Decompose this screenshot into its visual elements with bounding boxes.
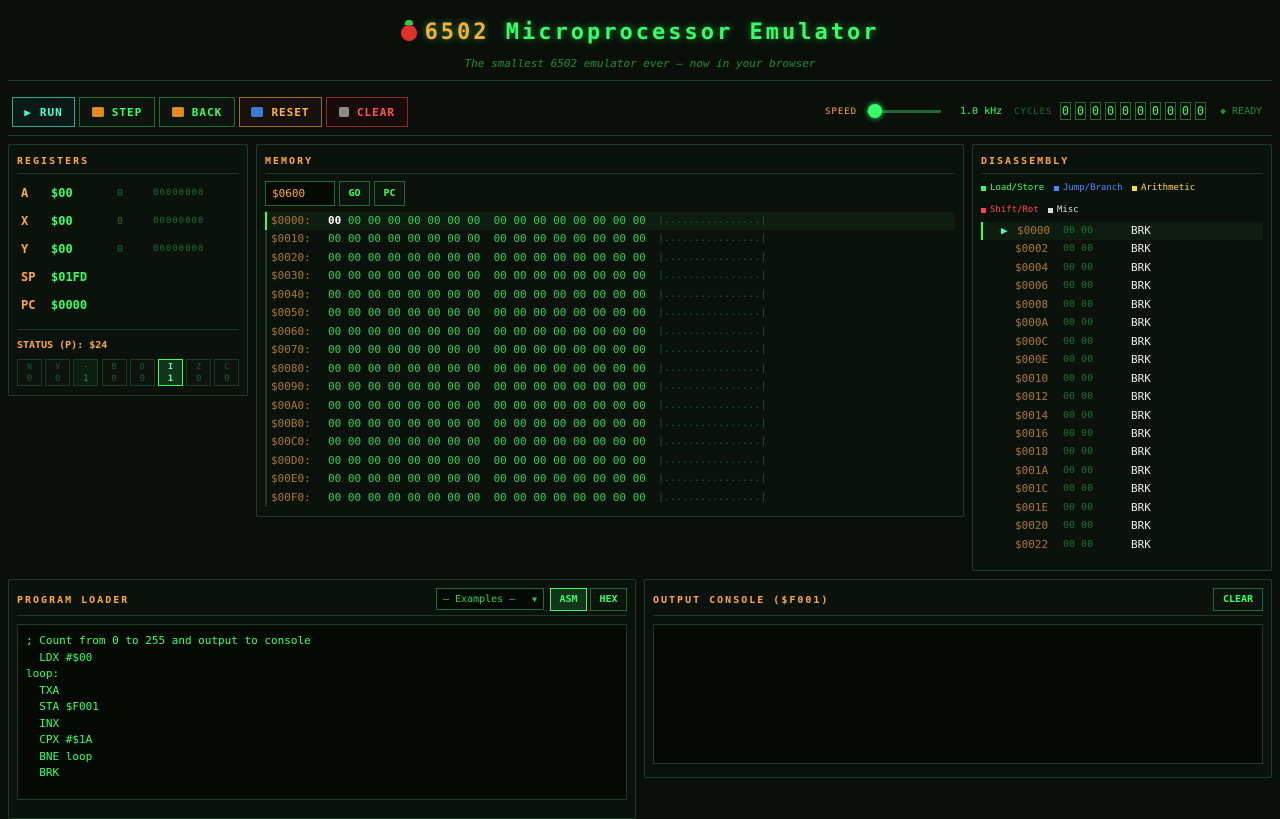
disassembly-bytes: 00 00 [1063,501,1094,513]
current-instruction-icon: ▶ [1001,224,1008,237]
code-line: ; Count from 0 to 255 and output to cons… [26,634,311,647]
disassembly-bytes: 00 00 [1063,464,1094,476]
output-console-title-rule [653,615,1263,616]
disassembly-address: $0022 [1015,537,1049,551]
program-loader-title: PROGRAM LOADER [17,595,130,606]
disassembly-address: $0000 [1017,224,1051,237]
disassembly-bytes: 00 00 [1063,354,1094,366]
code-line: LDX #$00 [26,650,93,664]
disassembly-opcode: BRK [1131,390,1151,404]
code-line: INX [26,716,60,730]
disassembly-row[interactable]: $000A 00 00 BRK [981,314,1263,332]
disassembly-opcode: BRK [1131,224,1151,237]
disassembly-opcode: BRK [1131,426,1151,440]
code-line: BNE loop [26,749,93,763]
disassembly-opcode: BRK [1131,482,1151,496]
disassembly-address: $0010 [1015,371,1049,385]
program-editor[interactable] [17,624,627,800]
code-line: BRK [26,766,60,779]
disassembly-address: $0004 [1015,260,1049,274]
disassembly-row[interactable]: $0022 00 00 BRK [981,536,1263,554]
disassembly-row[interactable]: $001E 00 00 BRK [981,499,1263,517]
disassembly-bytes: 00 00 [1063,520,1094,532]
disassembly-opcode: BRK [1131,445,1151,459]
disassembly-bytes: 00 00 [1063,261,1094,273]
disassembly-bytes: 00 00 [1063,280,1094,292]
disassembly-bytes: 00 00 [1063,225,1094,236]
asm-mode-button[interactable]: ASM [550,588,587,611]
chevron-down-icon: ▼ [532,594,537,604]
disassembly-row[interactable]: $0008 00 00 BRK [981,296,1263,314]
disassembly-bytes: 00 00 [1063,391,1094,403]
disassembly-opcode: BRK [1131,260,1151,274]
disassembly-row[interactable]: $001C 00 00 BRK [981,480,1263,498]
disassembly-address: $000C [1015,334,1049,348]
disassembly-bytes: 00 00 [1063,335,1094,347]
disassembly-address: $0008 [1015,297,1049,311]
disassembly-address: $0002 [1015,242,1049,256]
disassembly-address: $0006 [1015,279,1049,293]
disassembly-row[interactable]: $0006 00 00 BRK [981,277,1263,295]
disassembly-opcode: BRK [1131,297,1151,311]
disassembly-row[interactable]: $0016 00 00 BRK [981,425,1263,443]
disassembly-opcode: BRK [1131,371,1151,385]
disassembly-row[interactable]: $0020 00 00 BRK [981,517,1263,535]
disassembly-address: $001C [1015,482,1049,496]
disassembly-row[interactable]: $0010 00 00 BRK [981,370,1263,388]
disassembly-row[interactable]: $0018 00 00 BRK [981,443,1263,461]
disassembly-bytes: 00 00 [1063,538,1094,550]
disassembly-row[interactable]: $0002 00 00 BRK [981,240,1263,258]
examples-select[interactable]: — Examples — ▼ [436,588,544,610]
disassembly-row[interactable]: $0014 00 00 BRK [981,407,1263,425]
disassembly-bytes: 00 00 [1063,409,1094,421]
disassembly-opcode: BRK [1131,353,1151,367]
output-console [653,624,1263,764]
disassembly-bytes: 00 00 [1063,446,1094,458]
disassembly-opcode: BRK [1131,500,1151,514]
disassembly-address: $0012 [1015,390,1049,404]
disassembly-row[interactable]: $0004 00 00 BRK [981,259,1263,277]
disassembly-bytes: 00 00 [1063,243,1094,255]
disassembly-opcode: BRK [1131,334,1151,348]
disassembly-address: $0016 [1015,426,1049,440]
disassembly-bytes: 00 00 [1063,427,1094,439]
current-row-bar [981,222,983,240]
disassembly-row[interactable]: $000E 00 00 BRK [981,351,1263,369]
disassembly-row[interactable]: $000C 00 00 BRK [981,333,1263,351]
disassembly-opcode: BRK [1131,316,1151,330]
hex-mode-button[interactable]: HEX [590,588,627,611]
code-line: loop: [26,667,60,680]
disassembly-row[interactable]: $0012 00 00 BRK [981,388,1263,406]
disassembly-address: $001E [1015,500,1049,514]
disassembly-row[interactable]: $001A 00 00 BRK [981,462,1263,480]
disassembly-bytes: 00 00 [1063,372,1094,384]
disassembly-address: $000E [1015,353,1049,367]
disassembly-address: $0020 [1015,519,1049,533]
disassembly-address: $0014 [1015,408,1049,422]
disassembly-opcode: BRK [1131,242,1151,256]
disassembly-row[interactable]: ▶ $0000 00 00 BRK [981,222,1263,240]
disassembly-bytes: 00 00 [1063,483,1094,495]
output-console-title: OUTPUT CONSOLE ($F001) [653,595,830,606]
disassembly-opcode: BRK [1131,537,1151,551]
console-clear-button[interactable]: CLEAR [1213,588,1263,611]
disassembly-address: $0018 [1015,445,1049,459]
disassembly-opcode: BRK [1131,463,1151,477]
disassembly-bytes: 00 00 [1063,298,1094,310]
code-line: STA $F001 [26,700,99,713]
program-loader-title-rule [17,615,627,616]
disassembly-opcode: BRK [1131,519,1151,533]
disassembly-opcode: BRK [1131,279,1151,293]
disassembly-opcode: BRK [1131,408,1151,422]
code-line: TXA [26,683,60,697]
disassembly-address: $001A [1015,463,1049,477]
disassembly-bytes: 00 00 [1063,317,1094,329]
code-line: CPX #$1A [26,733,93,746]
disassembly-address: $000A [1015,316,1049,330]
